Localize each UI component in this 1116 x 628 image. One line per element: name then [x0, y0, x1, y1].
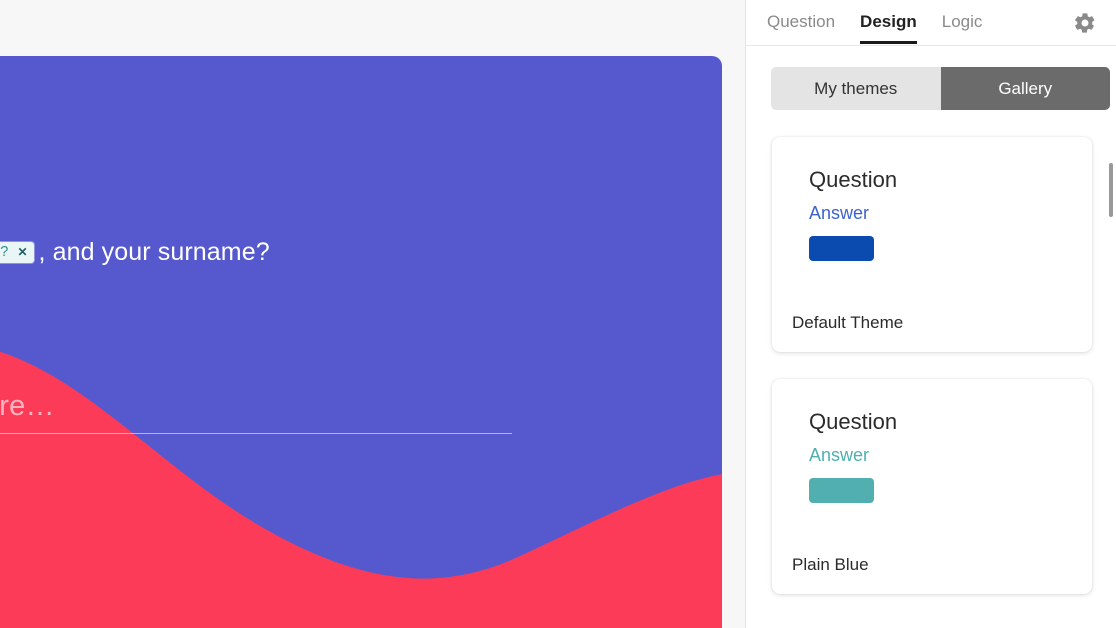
form-preview-area: should we call you? ✕ , and your surname… [0, 0, 745, 628]
theme-card-plain-blue[interactable]: Question Answer Plain Blue [772, 379, 1092, 594]
answer-input-preview[interactable]: nswer here… [0, 390, 512, 434]
theme-preview-button-swatch [809, 478, 874, 503]
theme-source-segmented-control: My themes Gallery [771, 67, 1110, 110]
design-panel-body: My themes Gallery Question Answer Defaul… [746, 46, 1116, 628]
question-headline-text: , and your surname? [38, 238, 270, 266]
decorative-wave-shape [0, 351, 722, 628]
design-panel: Question Design Logic My themes Gallery … [745, 0, 1116, 628]
theme-card-default[interactable]: Question Answer Default Theme [772, 137, 1092, 352]
theme-name-label: Default Theme [792, 313, 904, 332]
theme-preview-button-swatch [809, 236, 874, 261]
panel-scrollbar-thumb[interactable] [1109, 163, 1113, 217]
segment-gallery[interactable]: Gallery [940, 67, 1110, 110]
tab-design[interactable]: Design [860, 12, 917, 44]
theme-preview-question-label: Question [809, 167, 898, 192]
panel-tab-bar: Question Design Logic [746, 0, 1116, 46]
segment-my-themes[interactable]: My themes [771, 67, 941, 110]
close-icon[interactable]: ✕ [17, 246, 27, 258]
question-variable-chip[interactable]: should we call you? ✕ [0, 241, 34, 264]
question-variable-chip-label: should we call you? [0, 243, 9, 260]
question-headline: should we call you? ✕ , and your surname… [0, 240, 270, 265]
answer-input-placeholder: nswer here… [0, 390, 55, 422]
theme-preview-question-label: Question [809, 409, 898, 434]
tab-logic[interactable]: Logic [942, 12, 983, 34]
gear-icon[interactable] [1073, 11, 1097, 35]
form-preview-card[interactable]: should we call you? ✕ , and your surname… [0, 56, 722, 628]
theme-name-label: Plain Blue [792, 555, 869, 574]
tab-question[interactable]: Question [767, 12, 835, 34]
form-builder-screen: should we call you? ✕ , and your surname… [0, 0, 1116, 628]
theme-preview-answer-label: Answer [809, 203, 870, 223]
theme-preview-answer-label: Answer [809, 445, 870, 465]
answer-input-underline [0, 433, 512, 434]
